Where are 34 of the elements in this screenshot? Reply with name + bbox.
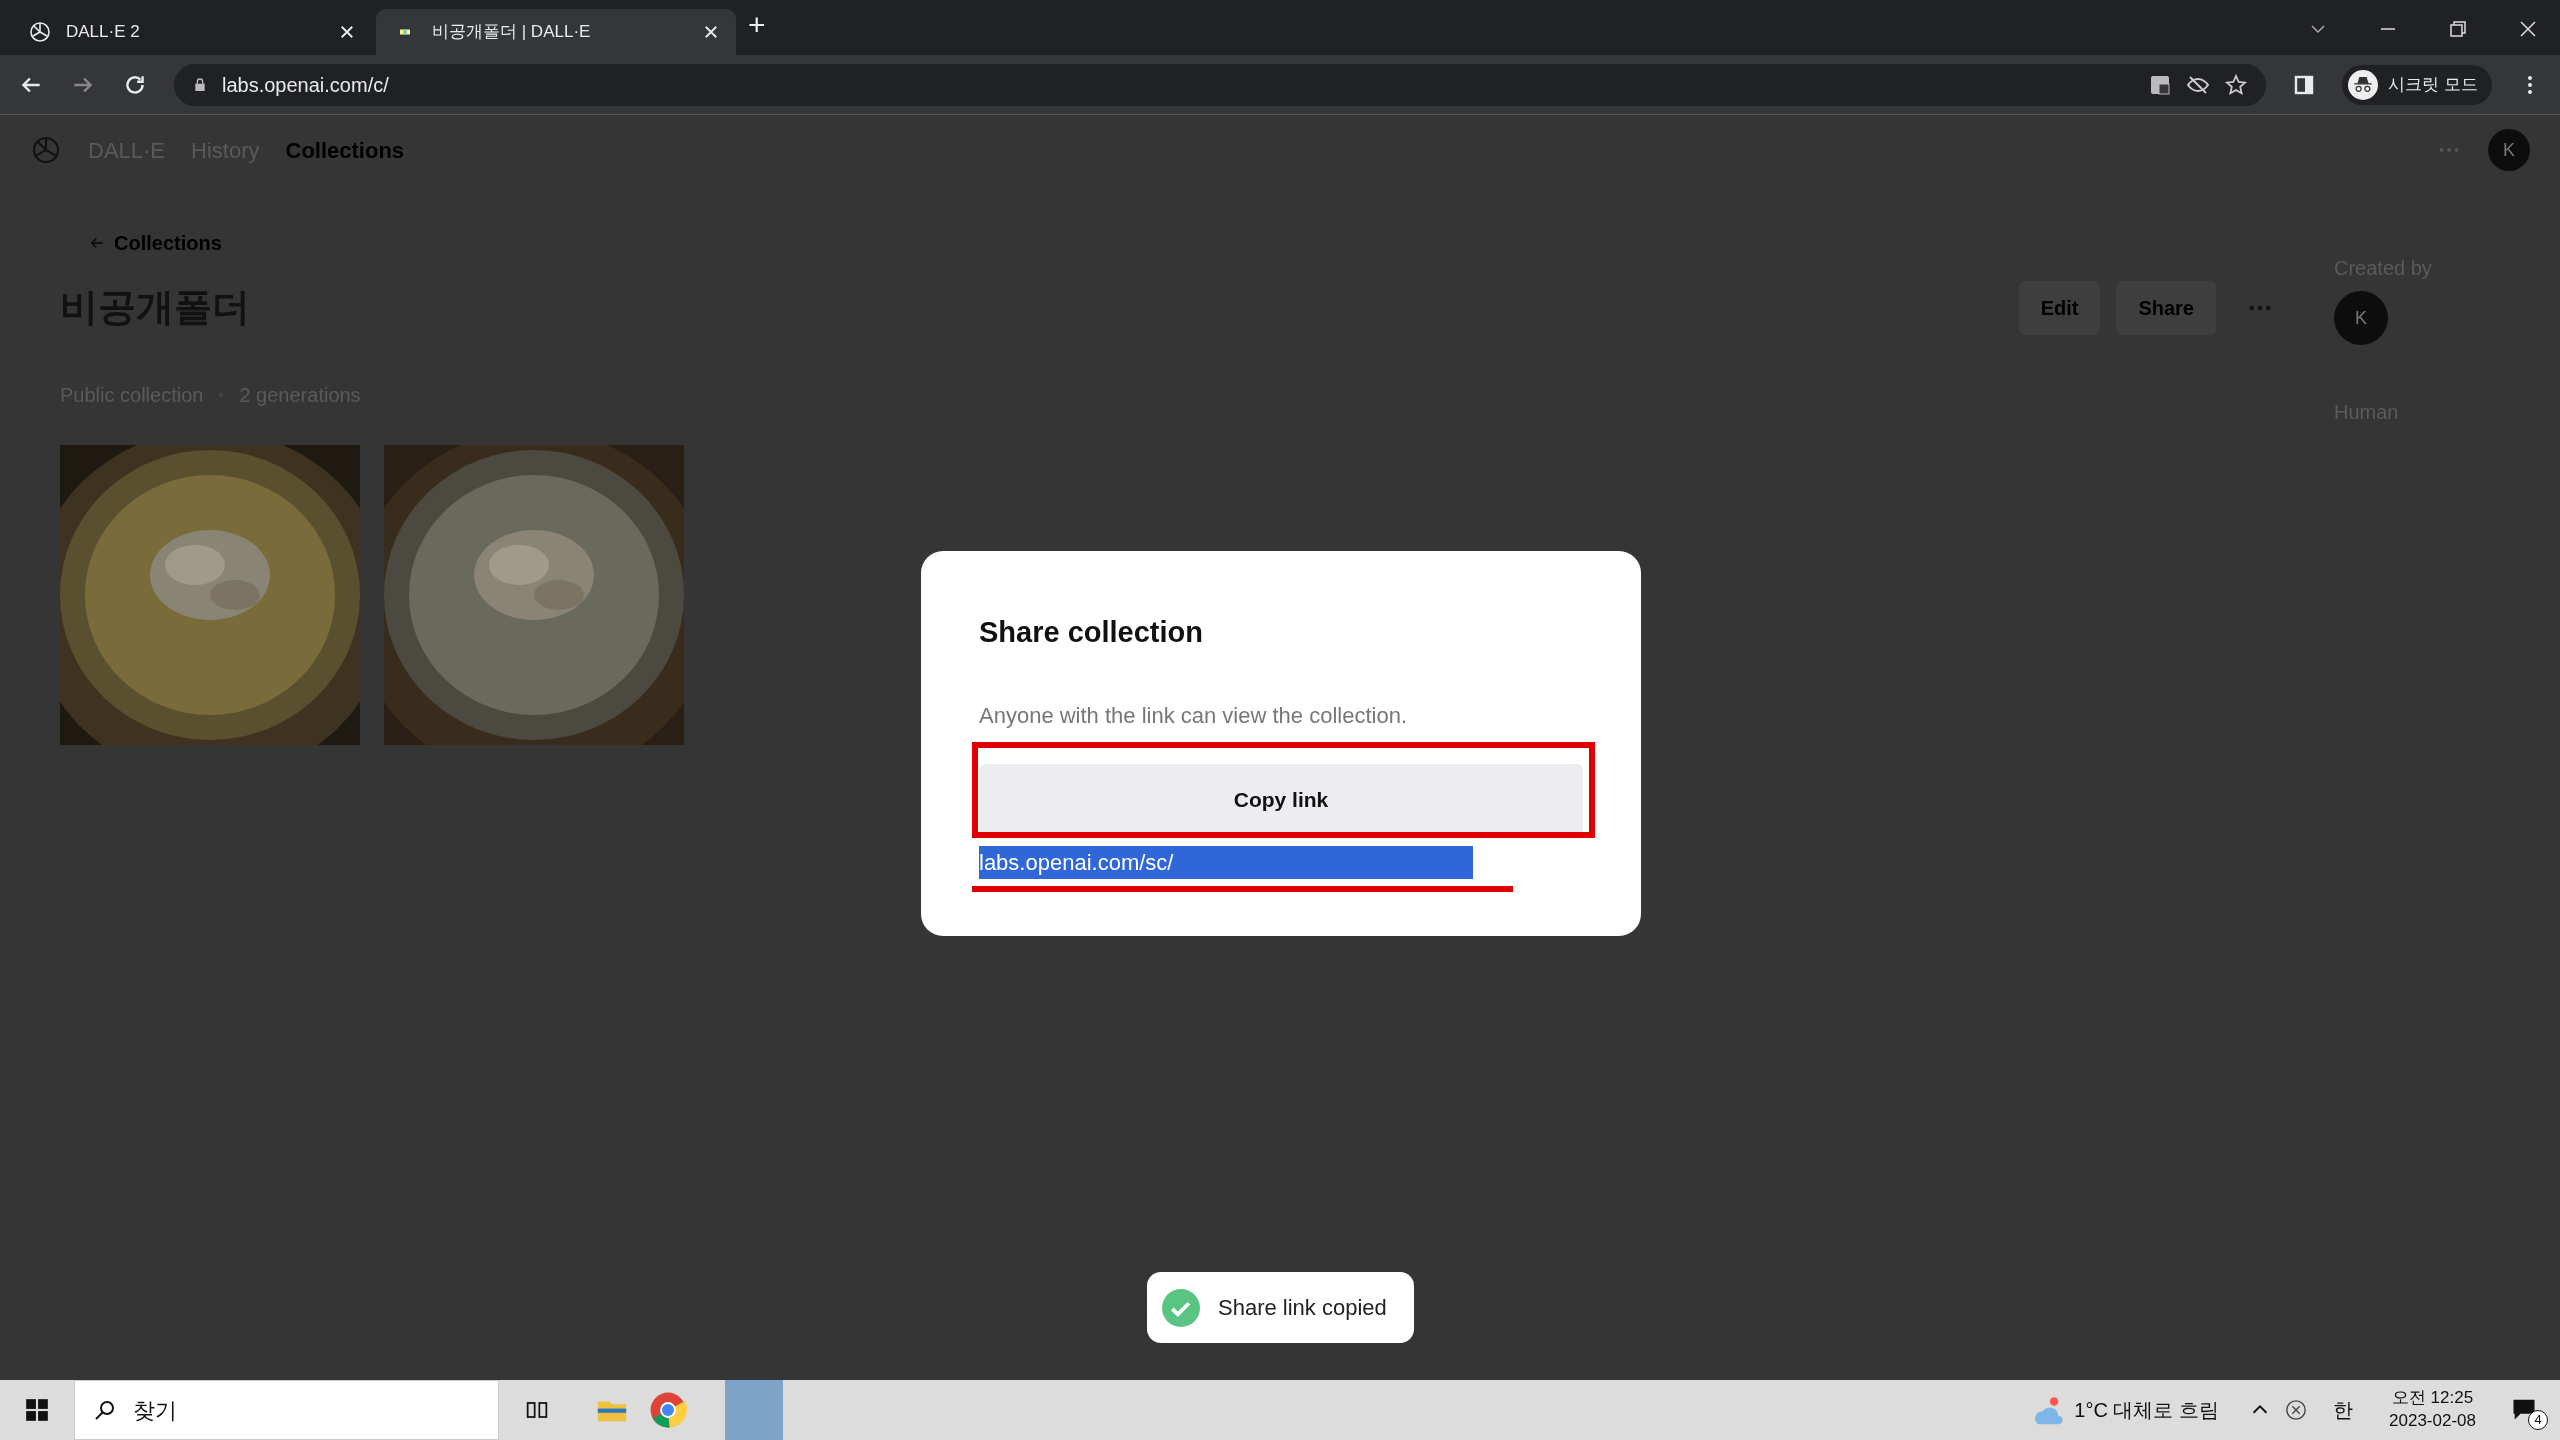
logo-icon xyxy=(28,20,52,44)
input-method[interactable]: 한 xyxy=(2333,1395,2354,1425)
search-icon xyxy=(93,1398,117,1422)
time-text: 오전 12:25 xyxy=(2390,1387,2475,1410)
windows-icon[interactable] xyxy=(24,1397,50,1423)
status-icon[interactable] xyxy=(2285,1399,2308,1421)
dialog-text: Anyone with the link can view the collection. xyxy=(979,701,1408,730)
creator-avatar[interactable]: K xyxy=(2334,291,2388,345)
avatar[interactable]: K xyxy=(2488,129,2530,171)
close-icon[interactable] xyxy=(338,23,356,41)
search-field[interactable]: 찾기 xyxy=(131,1392,331,1428)
app-tile[interactable] xyxy=(725,1380,783,1440)
new-tab-button[interactable]: + xyxy=(748,2,766,47)
weather-text: 1°C 대체로 흐림 xyxy=(2074,1398,2220,1423)
date-text: 2023-02-08 xyxy=(2389,1410,2476,1432)
profile-button[interactable]: 시크릿 모드 xyxy=(2342,64,2492,105)
incognito-icon xyxy=(2348,69,2379,100)
search-box[interactable]: 찾기 xyxy=(74,1380,499,1440)
notification-button[interactable]: 4 xyxy=(2508,1390,2548,1430)
close-icon[interactable] xyxy=(702,23,720,41)
check-icon xyxy=(1162,1288,1200,1327)
toast-text: Share link copied xyxy=(1218,1294,1387,1322)
dialog-title: Share collection xyxy=(979,615,1204,650)
lock-icon xyxy=(192,75,208,94)
browser-tab[interactable]: 비공개폴더 | DALL·E xyxy=(376,9,736,55)
address-bar[interactable]: labs.openai.com/c/ xyxy=(174,63,2267,106)
logo-icon xyxy=(30,134,62,166)
link-text: labs.openai.com/sc/ xyxy=(979,845,1474,879)
notification-badge: 4 xyxy=(2528,1410,2548,1430)
star-icon[interactable] xyxy=(2224,72,2249,97)
browser-tab[interactable]: DALL·E 2 xyxy=(12,9,372,55)
url-text: labs.openai.com/c/ xyxy=(222,72,390,98)
browser-icon[interactable] xyxy=(649,1391,687,1429)
clock[interactable]: 오전 12:25 2023-02-08 xyxy=(2389,1387,2476,1433)
